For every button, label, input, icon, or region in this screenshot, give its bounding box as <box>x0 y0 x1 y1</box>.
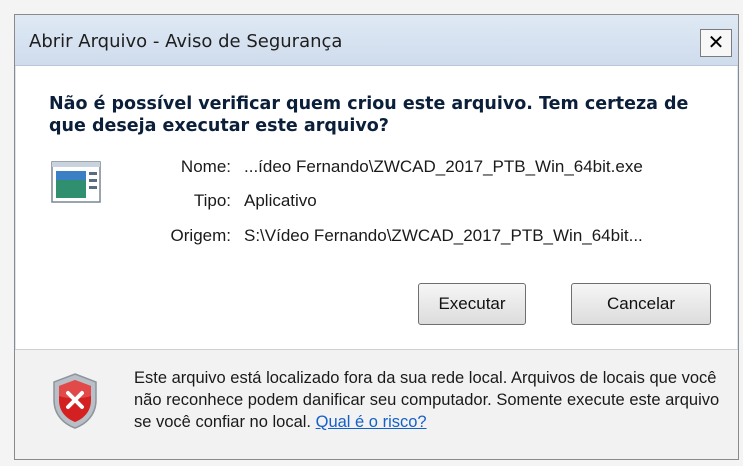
close-button[interactable]: ✕ <box>700 29 732 57</box>
warning-heading: Não é possível verificar quem criou este… <box>49 94 689 136</box>
warning-text: Este arquivo está localizado fora da sua… <box>134 369 720 431</box>
window-title: Abrir Arquivo - Aviso de Segurança <box>29 31 343 52</box>
warning-message: Este arquivo está localizado fora da sua… <box>134 367 734 433</box>
title-bar[interactable]: Abrir Arquivo - Aviso de Segurança ✕ <box>15 15 738 66</box>
name-value: ...ídeo Fernando\ZWCAD_2017_PTB_Win_64bi… <box>244 157 643 176</box>
name-label: Nome: <box>180 157 231 176</box>
shield-warning-icon <box>53 373 97 429</box>
type-value: Aplicativo <box>244 191 317 210</box>
security-warning-dialog: Abrir Arquivo - Aviso de Segurança ✕ Não… <box>14 14 739 460</box>
origin-label: Origem: <box>170 226 231 245</box>
what-is-the-risk-link[interactable]: Qual é o risco? <box>316 413 427 431</box>
type-label: Tipo: <box>193 191 231 210</box>
run-button[interactable]: Executar <box>418 283 526 325</box>
origin-value: S:\Vídeo Fernando\ZWCAD_2017_PTB_Win_64b… <box>244 226 643 245</box>
application-icon <box>51 161 101 203</box>
cancel-button[interactable]: Cancelar <box>571 283 711 325</box>
close-icon: ✕ <box>707 30 725 54</box>
